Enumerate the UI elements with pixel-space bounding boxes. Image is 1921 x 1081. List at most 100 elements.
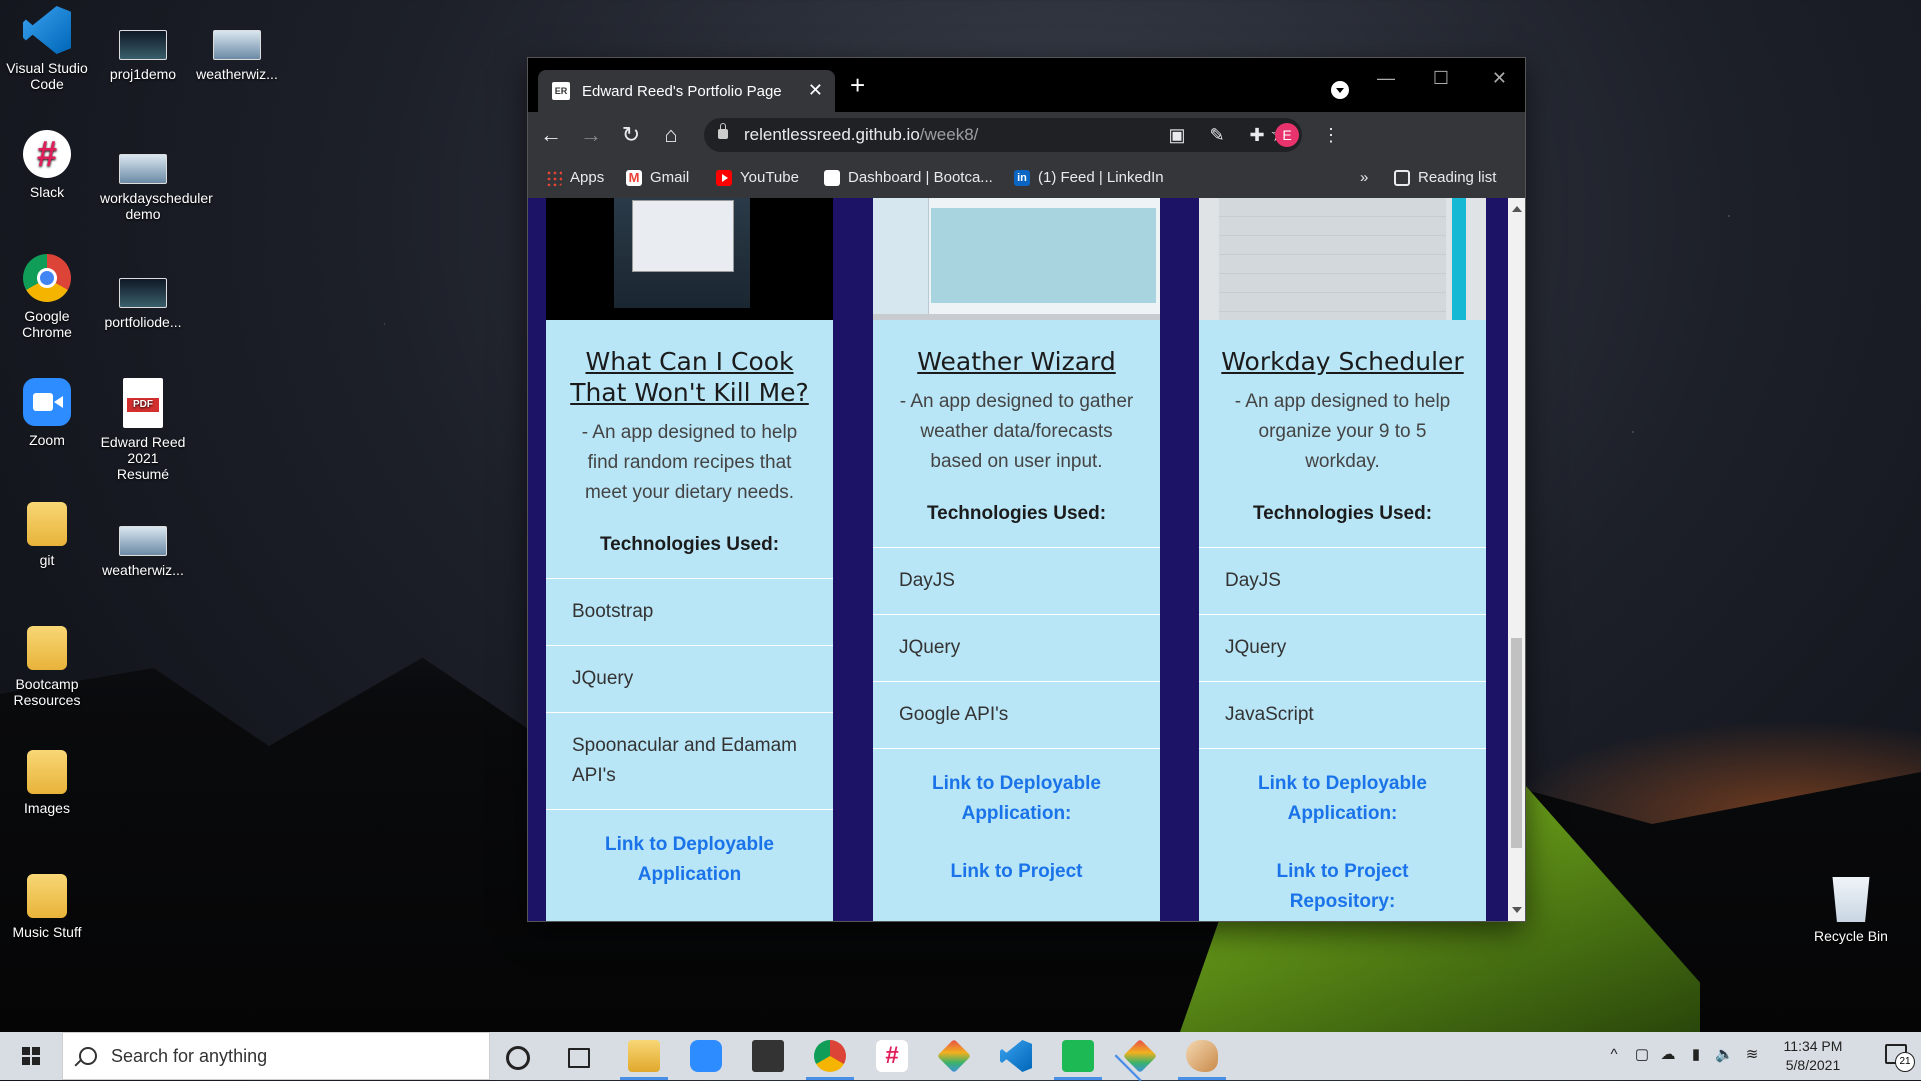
bookmarks-bar: Apps Gmail YouTube Dashboard | Bootca...… <box>528 158 1525 199</box>
avatar[interactable]: E <box>1275 123 1299 147</box>
git-kraken-icon[interactable] <box>937 1039 971 1073</box>
project-title-link[interactable]: Workday Scheduler <box>1211 346 1474 377</box>
desktop-icon-label: weatherwiz... <box>196 66 278 82</box>
bookmark-youtube[interactable]: YouTube <box>716 169 799 186</box>
lock-icon <box>718 123 728 139</box>
desktop-icon-chrome[interactable]: Google Chrome <box>4 254 90 340</box>
list-item: Bootstrap <box>546 579 833 646</box>
url-path: /week8/ <box>919 125 979 144</box>
new-tab-button[interactable]: + <box>850 72 865 98</box>
store-icon[interactable] <box>752 1040 784 1072</box>
desktop-icon-music-stuff[interactable]: Music Stuff <box>4 874 90 940</box>
file-explorer-icon[interactable] <box>620 1040 668 1080</box>
desktop-icon-label: workdayscheduler demo <box>100 190 213 222</box>
favicon: ER <box>552 82 570 100</box>
tab-portfolio[interactable]: ER Edward Reed's Portfolio Page ✕ <box>538 70 835 112</box>
desktop-icon-workdayschedulerdemo[interactable]: workdayscheduler demo <box>100 142 213 222</box>
desktop-icon-weatherwiz-1[interactable]: weatherwiz... <box>194 18 280 82</box>
desktop-icon-vscode[interactable]: Visual Studio Code <box>4 6 90 92</box>
search-icon <box>79 1047 97 1065</box>
deploy-link[interactable]: Link to Deployable Application: <box>1229 769 1456 829</box>
maximize-icon[interactable]: ☐ <box>1433 68 1449 89</box>
bookmarks-overflow-button[interactable]: » <box>1360 169 1368 186</box>
page-scrollbar[interactable] <box>1508 198 1525 921</box>
battery-icon[interactable]: ▮ <box>1687 1046 1705 1064</box>
chrome-icon <box>23 254 71 302</box>
extension-screenshot-icon[interactable]: ▣ <box>1162 120 1192 150</box>
home-icon[interactable]: ⌂ <box>656 120 686 150</box>
pencil-icon[interactable]: ✎ <box>1202 120 1232 150</box>
video-thumbnail-icon <box>119 526 167 556</box>
desktop-icon-portfoliodemo[interactable]: portfoliode... <box>100 266 186 330</box>
clock-time: 11:34 PM <box>1783 1038 1843 1054</box>
zoom-icon <box>23 378 71 426</box>
forward-icon[interactable]: → <box>576 120 606 150</box>
desktop-icon-slack[interactable]: Slack <box>4 130 90 200</box>
spotify-icon[interactable] <box>1054 1040 1102 1080</box>
project-title-link[interactable]: What Can I Cook That Won't Kill Me? <box>558 346 821 408</box>
desktop-icon-git[interactable]: git <box>4 502 90 568</box>
desktop-icon-label: Recycle Bin <box>1814 928 1888 944</box>
desktop-icon-images[interactable]: Images <box>4 750 90 816</box>
list-item: Google API's <box>873 682 1160 749</box>
close-tab-icon[interactable]: ✕ <box>808 80 823 101</box>
scroll-up-icon[interactable] <box>1512 206 1522 212</box>
technologies-list: DayJS JQuery Google API's <box>873 547 1160 749</box>
bookmark-gmail[interactable]: Gmail <box>626 169 689 186</box>
volume-icon[interactable]: 🔈 <box>1715 1046 1734 1064</box>
deploy-link[interactable]: Link to Deployable Application <box>576 830 803 890</box>
reading-list-button[interactable]: Reading list <box>1394 169 1496 186</box>
list-item: JQuery <box>873 615 1160 682</box>
desktop-icon-proj1demo[interactable]: proj1demo <box>100 18 186 82</box>
technologies-list: Bootstrap JQuery Spoonacular and Edamam … <box>546 578 833 810</box>
reading-list-label: Reading list <box>1418 169 1497 186</box>
video-thumbnail-icon <box>119 278 167 308</box>
chevron-up-icon[interactable]: ^ <box>1605 1046 1623 1064</box>
onedrive-cloud-icon[interactable]: ☁ <box>1659 1046 1677 1064</box>
wifi-icon[interactable]: ≋ <box>1743 1046 1761 1064</box>
scrollbar-thumb[interactable] <box>1511 638 1522 848</box>
cortana-icon[interactable] <box>506 1046 530 1070</box>
repo-link[interactable]: Link to Project <box>903 857 1130 887</box>
bookmark-dashboard[interactable]: Dashboard | Bootca... <box>824 169 993 186</box>
close-window-icon[interactable]: ✕ <box>1492 68 1507 89</box>
project-card: What Can I Cook That Won't Kill Me? - An… <box>546 198 833 921</box>
minimize-icon[interactable]: — <box>1377 68 1395 89</box>
clock-date: 5/8/2021 <box>1785 1057 1841 1073</box>
video-thumbnail-icon <box>213 30 261 60</box>
paint-icon[interactable] <box>1178 1040 1226 1080</box>
slack-icon[interactable]: # <box>876 1040 908 1072</box>
bookmark-linkedin[interactable]: in (1) Feed | LinkedIn <box>1014 169 1164 186</box>
scroll-down-icon[interactable] <box>1512 907 1522 913</box>
repo-link[interactable]: Link to Project Repository: <box>1229 857 1456 917</box>
pdf-icon: PDF <box>123 378 163 428</box>
start-button[interactable] <box>0 1032 62 1080</box>
chrome-icon[interactable] <box>806 1040 854 1080</box>
video-thumbnail-icon <box>119 30 167 60</box>
deploy-link[interactable]: Link to Deployable Application: <box>903 769 1130 829</box>
system-clock[interactable]: 11:34 PM 5/8/2021 <box>1773 1037 1853 1075</box>
desktop-icon-zoom[interactable]: Zoom <box>4 378 90 448</box>
task-view-icon[interactable] <box>568 1048 590 1068</box>
extensions-puzzle-icon[interactable]: ✚ <box>1242 120 1272 150</box>
notification-center-icon[interactable]: 21 <box>1885 1044 1915 1072</box>
desktop-icon-weatherwiz-2[interactable]: weatherwiz... <box>100 514 186 578</box>
bookmark-apps[interactable]: Apps <box>546 169 604 186</box>
desktop-icon-resume-pdf[interactable]: PDF Edward Reed 2021 Resumé <box>100 378 186 482</box>
vscode-icon[interactable] <box>1000 1040 1032 1072</box>
desktop-icon-recycle-bin[interactable]: Recycle Bin <box>1808 872 1894 944</box>
desktop-icon-bootcamp-resources[interactable]: Bootcamp Resources <box>4 626 90 708</box>
git-kraken-icon[interactable] <box>1123 1039 1157 1073</box>
tab-search-icon[interactable] <box>1331 81 1349 99</box>
project-title-link[interactable]: Weather Wizard <box>885 346 1148 377</box>
zoom-icon[interactable] <box>690 1040 722 1072</box>
menu-kebab-icon[interactable]: ⋮ <box>1316 120 1346 150</box>
taskbar-search-box[interactable]: Search for anything <box>62 1032 490 1080</box>
folder-icon <box>27 874 67 918</box>
reload-icon[interactable]: ↻ <box>616 120 646 150</box>
bookmark-label: (1) Feed | LinkedIn <box>1038 169 1164 186</box>
back-icon[interactable]: ← <box>536 120 566 150</box>
globe-icon <box>824 169 840 186</box>
desktop-icon-label: Slack <box>29 184 65 200</box>
meet-now-icon[interactable]: ▢ <box>1633 1046 1651 1064</box>
